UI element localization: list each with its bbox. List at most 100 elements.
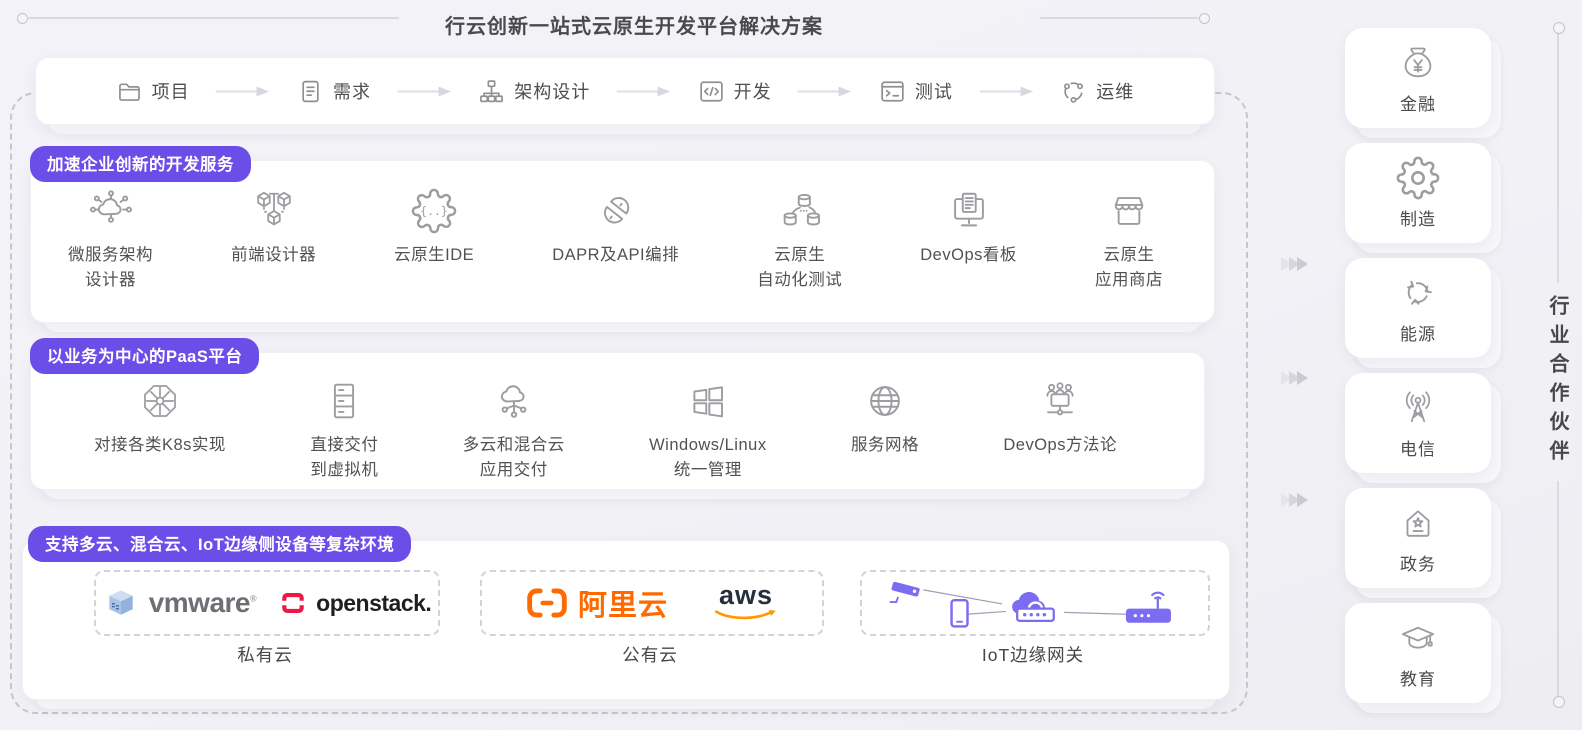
service-item: 云原生 应用商店 — [1095, 182, 1163, 293]
service-item: 微服务架构 设计器 — [68, 182, 153, 293]
service-item-label-line: 微服务架构 — [68, 246, 153, 264]
aws-smile-icon — [714, 609, 776, 619]
cctv-camera — [889, 581, 920, 603]
workflow-steps: 项目 需求 架构设计 开发 测试 运维 — [35, 57, 1215, 125]
service-item-label-line: 统一管理 — [673, 461, 742, 480]
multicloud-icon — [491, 372, 537, 424]
frontend-designer-icon — [251, 182, 297, 234]
industry-card: 制造 — [1345, 143, 1501, 253]
service-item: DevOps看板 — [920, 182, 1017, 268]
service-item-label: 多云和混合云 应用交付 — [463, 433, 565, 483]
private-cloud-label: 私有云 — [237, 645, 293, 665]
industry-card-face: 金融 — [1345, 28, 1491, 128]
industry-label: 能源 — [1400, 325, 1436, 344]
industry-card-face: 制造 — [1345, 143, 1491, 243]
service-item: {..} 云原生IDE — [394, 182, 474, 268]
gear-icon — [1396, 156, 1440, 200]
registered-mark: ® — [250, 593, 257, 604]
service-item-label: Windows/Linux 统一管理 — [649, 433, 766, 483]
service-item-label: DevOps方法论 — [1003, 433, 1117, 458]
workflow-step: 运维 — [1060, 78, 1134, 105]
service-items-row: 微服务架构 设计器 前端设计器 {..} 云原生IDE DAPR及API编排 云原生自动化测… — [30, 160, 1215, 323]
service-item-label: 服务网格 — [851, 433, 919, 458]
workflow-step-label: 架构设计 — [514, 82, 591, 102]
devops-board-icon — [946, 182, 992, 234]
section-badge: 加速企业创新的开发服务 — [30, 146, 251, 182]
page-title: 行云创新一站式云原生开发平台解决方案 — [445, 16, 823, 38]
flow-chevrons-icon — [1281, 493, 1308, 507]
service-item-label-line: DevOps看板 — [920, 246, 1017, 264]
service-item-label: 云原生 自动化测试 — [757, 243, 842, 293]
service-item-label-line: 服务网格 — [850, 436, 919, 454]
private-cloud-box: vmware® openstack. — [94, 570, 440, 636]
folder-icon — [116, 78, 143, 105]
industry-label: 政务 — [1400, 555, 1436, 574]
workflow-step-label: 项目 — [151, 82, 190, 102]
service-item-label-line: 云原生 — [1103, 246, 1155, 264]
service-item: DAPR及API编排 — [552, 182, 679, 268]
microservice-architecture-icon — [88, 182, 134, 234]
iot-edge-label: IoT边缘网关 — [981, 645, 1085, 665]
edge-cloud — [1012, 592, 1055, 622]
workflow-step: 项目 — [116, 78, 190, 105]
edge-router — [1125, 591, 1171, 623]
section-dev-services: 加速企业创新的开发服务 微服务架构 设计器 前端设计器 {..} 云原生IDE DAPR及… — [30, 146, 1215, 332]
service-item: 对接各类K8s实现 — [94, 372, 226, 458]
industry-card: 政务 — [1345, 488, 1501, 598]
service-item-label-line: 云原生IDE — [394, 246, 475, 264]
partner-rail-dot-bottom — [1553, 696, 1565, 708]
iot-edge-box — [860, 570, 1210, 636]
service-item-label-line: 应用交付 — [479, 461, 548, 480]
alibaba-wordmark: 阿里云 — [577, 590, 668, 622]
service-item-label-line: 应用商店 — [1094, 271, 1163, 290]
industry-card-face: 能源 — [1345, 258, 1491, 358]
service-item: 前端设计器 — [231, 182, 316, 268]
flow-chevrons-icon — [1281, 371, 1308, 385]
vm-box-icon — [109, 590, 133, 615]
public-cloud-label: 公有云 — [622, 645, 678, 665]
alibaba-brackets-icon — [527, 588, 567, 618]
industry-label: 教育 — [1400, 670, 1436, 689]
industry-label: 金融 — [1400, 95, 1436, 114]
gov-building-icon — [1396, 501, 1440, 545]
openstack-logo: openstack. — [280, 589, 432, 617]
recycle-icon — [1396, 271, 1440, 315]
graduation-cap-icon — [1396, 616, 1440, 660]
partner-rail-dot-top — [1553, 22, 1565, 34]
partner-rail-title: 行业合作伙伴 — [1543, 283, 1572, 481]
sitemap-icon — [478, 78, 505, 105]
flow-arrow-icon — [979, 85, 1035, 98]
industry-card: 电信 — [1345, 373, 1501, 483]
workflow-bar: 项目 需求 架构设计 开发 测试 运维 — [35, 57, 1215, 134]
workflow-step-label: 需求 — [332, 82, 371, 102]
vmware-logo: vmware® — [103, 585, 257, 621]
service-item-label-line: 云原生 — [774, 246, 826, 264]
flow-arrow-icon — [616, 85, 672, 98]
section-badge: 以业务为中心的PaaS平台 — [30, 338, 260, 374]
code-window-icon — [698, 78, 725, 105]
service-item-label: 微服务架构 设计器 — [68, 243, 153, 293]
dapr-api-icon — [593, 182, 639, 234]
svg-text:{..}: {..} — [420, 204, 448, 218]
service-item-label-line: Windows/Linux — [649, 436, 767, 454]
service-item: 多云和混合云 应用交付 — [463, 372, 565, 483]
service-item-label-line: 对接各类K8s实现 — [94, 436, 226, 454]
service-item-label-line: 自动化测试 — [757, 271, 843, 290]
service-item: 服务网格 — [851, 372, 919, 458]
radio-tower-icon — [1396, 386, 1440, 430]
service-item-label: DevOps看板 — [920, 243, 1017, 268]
service-item-label: 云原生IDE — [394, 243, 474, 268]
service-item-label-line: DAPR及API编排 — [552, 246, 680, 264]
service-item-label: 云原生 应用商店 — [1095, 243, 1163, 293]
workflow-step: 架构设计 — [478, 78, 590, 105]
service-item: DevOps方法论 — [1003, 372, 1117, 458]
service-item-label-line: 多云和混合云 — [462, 436, 565, 454]
service-item-label-line: DevOps方法论 — [1003, 436, 1117, 454]
aws-wordmark: aws — [718, 580, 774, 611]
section-badge: 支持多云、混合云、IoT边缘侧设备等复杂环境 — [28, 526, 412, 562]
public-cloud-box: 阿里云 aws — [480, 570, 824, 636]
service-item-label-line: 直接交付 — [310, 436, 379, 454]
openstack-mark-icon — [282, 592, 304, 614]
section-paas-platform: 以业务为中心的PaaS平台 对接各类K8s实现 直接交付 到虚拟机 多云和混合云 应用交… — [30, 338, 1205, 499]
openstack-wordmark: openstack. — [316, 589, 432, 616]
